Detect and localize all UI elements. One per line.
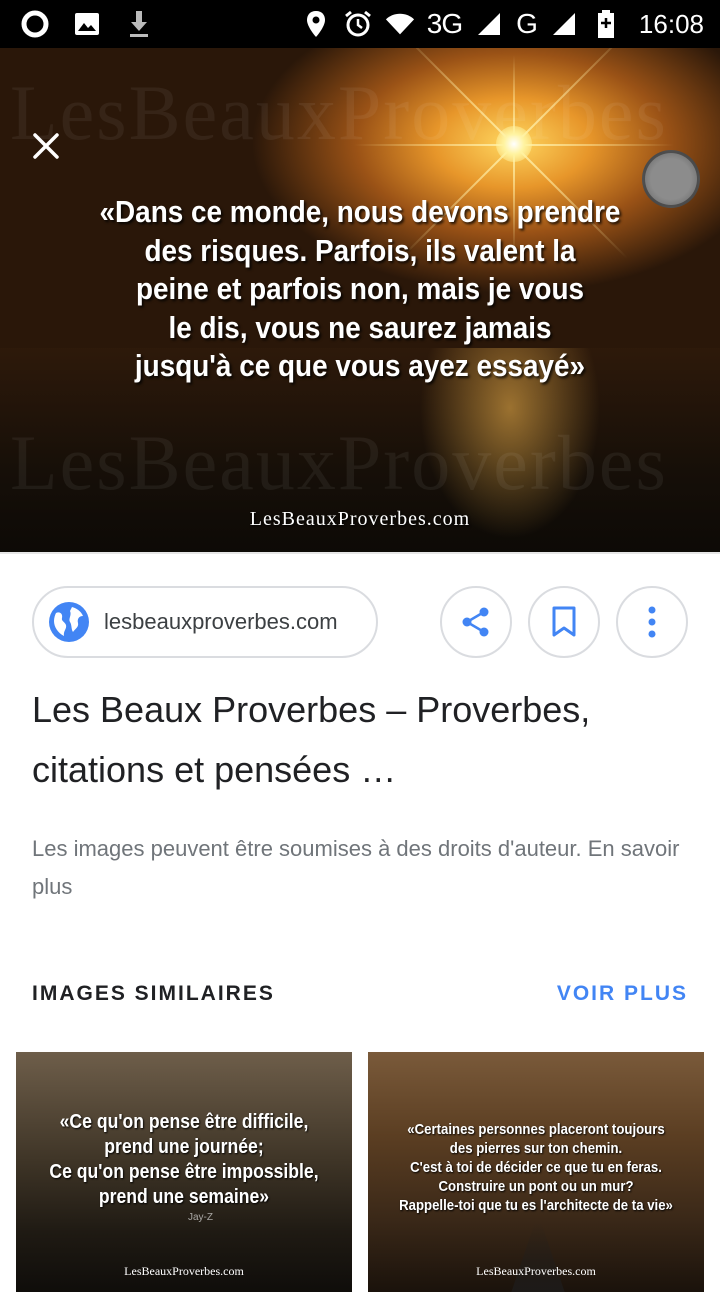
- watermark: LesBeauxProverbes: [10, 69, 668, 156]
- thumb-quote: «Ce qu'on pense être difficile, prend un…: [49, 1111, 319, 1208]
- wifi-icon: [385, 9, 415, 39]
- see-more-link[interactable]: VOIR PLUS: [557, 982, 688, 1006]
- brand-watermark: LesBeauxProverbes.com: [249, 508, 471, 530]
- globe-icon: [49, 602, 89, 642]
- source-link[interactable]: lesbeauxproverbes.com: [32, 586, 378, 658]
- status-bar: 3G G 16:08: [0, 0, 720, 48]
- opera-icon: [20, 9, 50, 39]
- share-button[interactable]: [440, 586, 512, 658]
- similar-image-2[interactable]: «Certaines personnes placeront toujours …: [368, 1052, 704, 1292]
- divider: [0, 552, 720, 554]
- network-type-2: G: [516, 8, 538, 39]
- more-options-button[interactable]: [616, 586, 688, 658]
- close-button[interactable]: [24, 124, 68, 168]
- more-vert-icon: [648, 606, 656, 638]
- thumb-brand: LesBeauxProverbes.com: [124, 1264, 244, 1278]
- preview-image[interactable]: LesBeauxProverbes LesBeauxProverbes «Dan…: [0, 48, 720, 552]
- lens-button[interactable]: [642, 150, 700, 208]
- download-icon: [124, 9, 154, 39]
- clock: 16:08: [638, 8, 704, 39]
- signal-icon: [474, 9, 504, 39]
- share-icon: [462, 607, 489, 637]
- source-domain: lesbeauxproverbes.com: [104, 609, 338, 634]
- alarm-icon: [343, 9, 373, 39]
- network-type: 3G: [426, 8, 463, 39]
- road: [508, 1222, 568, 1292]
- copyright-notice[interactable]: Les images peuvent être soumises à des d…: [32, 830, 692, 906]
- image-icon: [72, 9, 102, 39]
- thumb-brand: LesBeauxProverbes.com: [476, 1264, 596, 1278]
- watermark: LesBeauxProverbes: [10, 419, 668, 506]
- thumb-quote: «Certaines personnes placeront toujours …: [399, 1121, 673, 1214]
- battery-icon: [591, 9, 621, 39]
- similar-images-heading: IMAGES SIMILAIRES: [32, 982, 275, 1005]
- save-button[interactable]: [528, 586, 600, 658]
- quote-text: «Dans ce monde, nous devons prendre des …: [99, 194, 621, 383]
- thumb-author: Jay-Z: [188, 1212, 213, 1223]
- signal-icon-2: [549, 9, 579, 39]
- close-icon: [33, 133, 59, 159]
- result-title[interactable]: Les Beaux Proverbes – Proverbes, citatio…: [32, 680, 672, 800]
- similar-image-1[interactable]: «Ce qu'on pense être difficile, prend un…: [16, 1052, 352, 1292]
- bookmark-icon: [552, 606, 576, 637]
- location-icon: [301, 9, 331, 39]
